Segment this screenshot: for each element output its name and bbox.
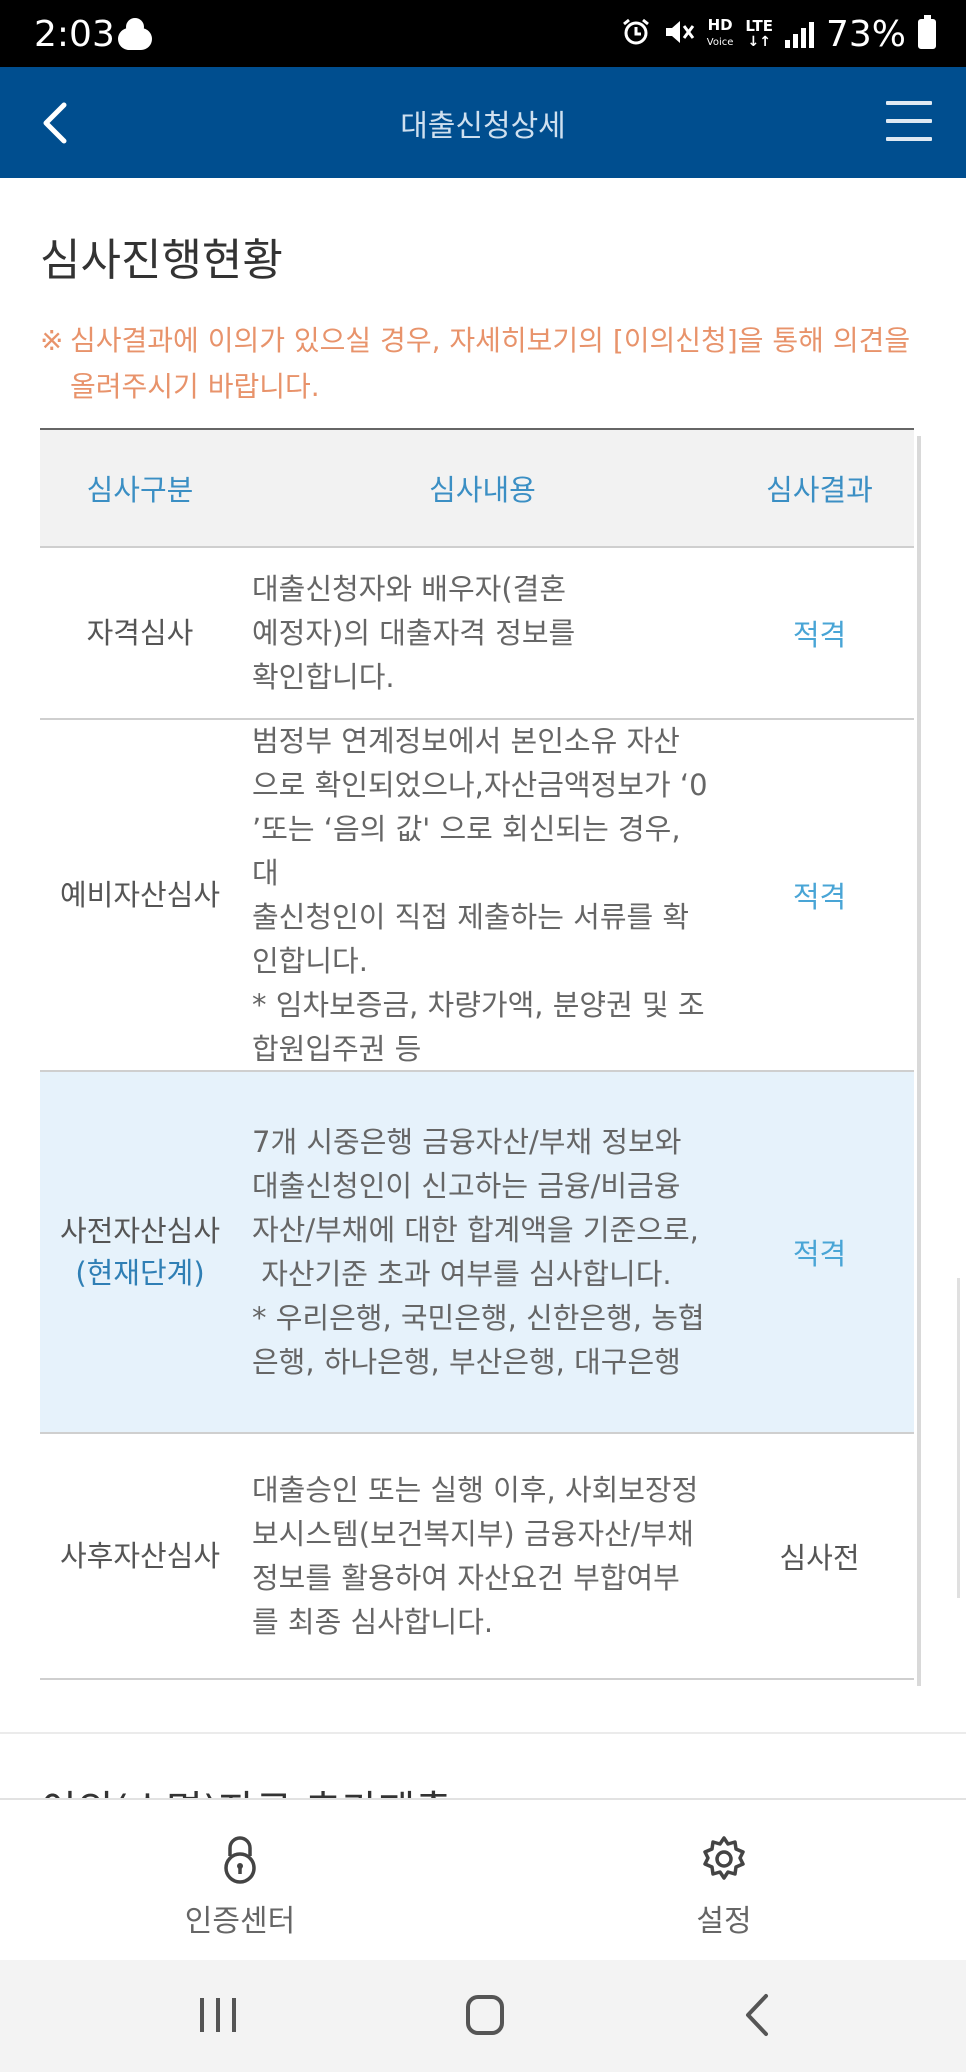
content-line: 확인합니다. <box>252 660 395 694</box>
content-line: 범정부 연계정보에서 본인소유 자산 <box>252 724 680 758</box>
gear-icon <box>703 1836 745 1880</box>
current-stage-label: (현재단계) <box>75 1256 205 1290</box>
row-type-label: 사전자산심사 <box>59 1214 221 1248</box>
next-section-title: 이의(소명)자료 추가제출 <box>40 1778 452 1798</box>
menu-button[interactable] <box>886 101 932 141</box>
lte-text: LTE <box>745 16 773 35</box>
content-line: 대출승인 또는 실행 이후, 사회보장정 <box>252 1473 699 1507</box>
row-content: 범정부 연계정보에서 본인소유 자산 으로 확인되었으나,자산금액정보가 ‘0 … <box>240 719 725 1071</box>
content-line: 예정자)의 대출자격 정보를 <box>252 616 576 650</box>
row-type-label: 자격심사 <box>86 616 194 650</box>
header-result: 심사결과 <box>766 473 873 507</box>
system-nav <box>0 1960 966 2072</box>
content-line: 자산/부채에 대한 합계액을 기준으로, <box>252 1213 699 1247</box>
nav-settings[interactable]: 설정 <box>624 1832 824 1940</box>
hd-voice-label: HD Voice <box>707 18 734 50</box>
content-line: 은행, 하나은행, 부산은행, 대구은행 <box>252 1345 681 1379</box>
lock-icon <box>224 1836 256 1884</box>
row-type-label: 사후자산심사 <box>59 1539 221 1573</box>
row-type-label: 예비자산심사 <box>59 878 221 912</box>
cloud-icon <box>118 18 152 50</box>
row-type: 사후자산심사 <box>40 1535 240 1577</box>
status-icons: HD Voice LTE ↓↑ 73% <box>621 13 936 55</box>
content-line: * 우리은행, 국민은행, 신한은행, 농협 <box>252 1301 705 1335</box>
home-button[interactable] <box>456 1990 516 2040</box>
content-line: 인합니다. <box>252 944 368 978</box>
alarm-icon <box>621 17 651 52</box>
app-header: 대출신청상세 <box>0 67 966 178</box>
section-title: 심사진행현황 <box>40 235 283 286</box>
battery-percent: 73% <box>825 13 906 55</box>
main-content[interactable]: 심사진행현황 ※ 심사결과에 이의가 있으실 경우, 자세히보기의 [이의신청]… <box>0 178 966 1798</box>
nav-auth-center[interactable]: 인증센터 <box>140 1832 340 1940</box>
content-line: 를 최종 심사합니다. <box>252 1605 494 1639</box>
row-content: 대출승인 또는 실행 이후, 사회보장정 보시스템(보건복지부) 금융자산/부채… <box>240 1468 725 1644</box>
voice-label: Voice <box>706 37 734 48</box>
notice: ※ 심사결과에 이의가 있으실 경우, 자세히보기의 [이의신청]을 통해 의견… <box>40 318 920 410</box>
row-result: 적격 <box>792 880 847 914</box>
row-content: 7개 시중은행 금융자산/부채 정보와 대출신청인이 신고하는 금융/비금융 자… <box>240 1120 725 1384</box>
content-line: 출신청인이 직접 제출하는 서류를 확 <box>252 900 690 934</box>
table-row: 사후자산심사 대출승인 또는 실행 이후, 사회보장정 보시스템(보건복지부) … <box>40 1434 914 1680</box>
content-line: 정보를 활용하여 자산요건 부합여부 <box>252 1561 680 1595</box>
row-result: 적격 <box>792 1237 847 1271</box>
status-time: 2:03 <box>34 14 115 55</box>
header-type: 심사구분 <box>86 473 194 507</box>
section-divider <box>0 1732 966 1734</box>
content-line: 대출신청자와 배우자(결혼 <box>252 572 567 606</box>
nav-auth-label: 인증센터 <box>184 1904 296 1939</box>
system-back-button[interactable] <box>728 1990 788 2040</box>
content-line: 합원입주권 등 <box>252 1032 422 1066</box>
hamburger-menu-icon <box>886 101 932 105</box>
content-line: 7개 시중은행 금융자산/부채 정보와 <box>252 1125 682 1159</box>
header-content: 심사내용 <box>429 473 536 507</box>
table-row-current: 사전자산심사 (현재단계) 7개 시중은행 금융자산/부채 정보와 대출신청인이… <box>40 1072 914 1434</box>
notice-mark-icon: ※ <box>40 324 64 357</box>
row-type: 자격심사 <box>40 612 240 654</box>
mute-icon <box>663 17 695 52</box>
recent-apps-icon <box>200 1998 236 2032</box>
lte-label: LTE ↓↑ <box>745 16 773 50</box>
table-row: 자격심사 대출신청자와 배우자(결혼 예정자)의 대출자격 정보를 확인합니다.… <box>40 548 914 720</box>
page-scrollbar[interactable] <box>957 1278 960 1598</box>
row-content: 대출신청자와 배우자(결혼 예정자)의 대출자격 정보를 확인합니다. <box>240 567 725 699</box>
lte-arrows-icon: ↓↑ <box>747 33 771 50</box>
bottom-nav: 인증센터 설정 <box>0 1798 966 1960</box>
content-line: 자산기준 초과 여부를 심사합니다. <box>252 1257 672 1291</box>
recent-apps-button[interactable] <box>188 1990 248 2040</box>
row-result: 심사전 <box>779 1541 860 1575</box>
battery-icon <box>918 15 936 49</box>
signal-icon <box>784 20 814 48</box>
row-type: 예비자산심사 <box>40 874 240 916</box>
table-row: 예비자산심사 범정부 연계정보에서 본인소유 자산 으로 확인되었으나,자산금액… <box>40 720 914 1072</box>
row-type: 사전자산심사 (현재단계) <box>40 1210 240 1294</box>
home-icon <box>466 1995 504 2035</box>
notice-text: 심사결과에 이의가 있으실 경우, 자세히보기의 [이의신청]을 통해 의견을 … <box>70 324 911 403</box>
hd-label: HD <box>707 16 733 34</box>
table-header: 심사구분 심사내용 심사결과 <box>40 430 914 548</box>
status-bar: 2:03 HD Voice LTE ↓↑ 73% <box>0 0 966 67</box>
review-status-table: 심사구분 심사내용 심사결과 자격심사 대출신청자와 배우자(결혼 예정자)의 … <box>40 428 914 1680</box>
content-line: 보시스템(보건복지부) 금융자산/부채 <box>252 1517 694 1551</box>
content-line: 대출신청인이 신고하는 금융/비금융 <box>252 1169 681 1203</box>
page-title: 대출신청상세 <box>400 109 566 144</box>
table-scrollbar[interactable] <box>917 436 921 1686</box>
row-result: 적격 <box>792 618 847 652</box>
content-line: * 임차보증금, 차량가액, 분양권 및 조 <box>252 988 705 1022</box>
back-icon <box>746 1994 768 2036</box>
content-line: 으로 확인되었으나,자산금액정보가 ‘0 <box>252 768 708 802</box>
content-line: ’또는 ‘음의 값' 으로 회신되는 경우, 대 <box>252 812 681 890</box>
nav-settings-label: 설정 <box>696 1904 752 1939</box>
